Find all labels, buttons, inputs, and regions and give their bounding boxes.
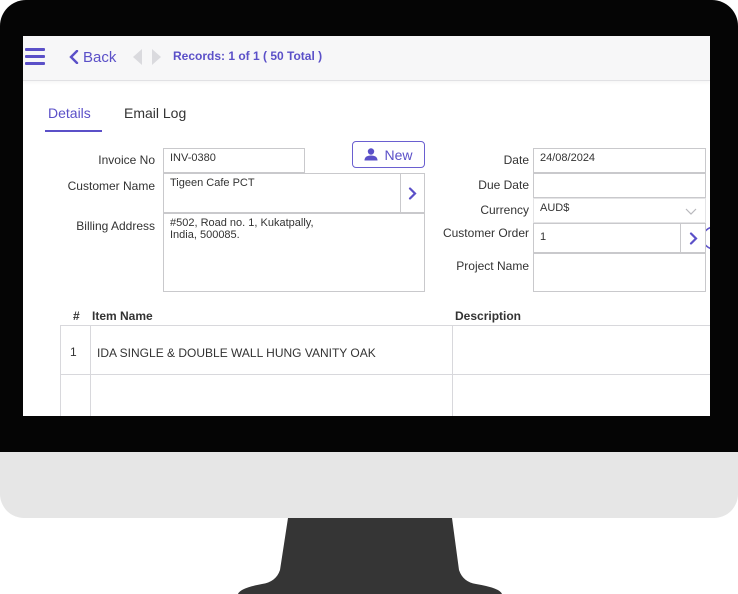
new-button-label: New [384,146,413,163]
customer-name-label: Customer Name [67,179,155,193]
billing-address-line2: India, 500085. [170,229,240,241]
monitor-stand [238,518,502,594]
date-field[interactable]: 24/08/2024 [533,148,706,173]
project-name-field[interactable] [533,253,706,292]
column-header-item-name: Item Name [92,309,153,323]
date-label: Date [503,153,529,167]
currency-select[interactable]: AUD$ [533,198,706,223]
row-item-name: IDA SINGLE & DOUBLE WALL HUNG VANITY OAK [97,346,376,360]
date-value: 24/08/2024 [540,152,596,164]
customer-order-label: Customer Order [442,226,529,240]
row-index: 1 [70,345,77,359]
project-name-label: Project Name [456,259,529,273]
table-row-divider [60,374,710,375]
menu-icon[interactable] [25,48,45,66]
customer-lookup-button[interactable] [400,173,425,213]
app-screen: Back Records: 1 of 1 ( 50 Total ) Detail… [23,36,710,416]
currency-label: Currency [480,203,529,217]
customer-order-field[interactable]: 1 [533,223,681,253]
table-description-divider [452,325,453,416]
customer-name-field[interactable]: Tigeen Cafe PCT [163,173,401,213]
currency-value: AUD$ [540,202,570,214]
invoice-no-label: Invoice No [98,153,155,167]
previous-record-icon[interactable] [131,48,143,66]
user-icon [364,148,378,161]
back-button[interactable]: Back [69,46,116,68]
table-index-divider [90,325,91,416]
chevron-right-icon [689,231,698,245]
next-record-icon[interactable] [151,48,163,66]
partial-circle-icon [706,226,710,250]
back-label: Back [83,48,117,66]
toolbar: Back Records: 1 of 1 ( 50 Total ) [23,36,710,81]
tab-details[interactable]: Details [48,105,91,121]
due-date-field[interactable] [533,173,706,198]
customer-order-lookup-button[interactable] [680,223,706,253]
table-header-divider [60,325,710,326]
customer-order-value: 1 [540,231,547,243]
column-header-description: Description [455,309,522,323]
chevron-right-icon [408,186,417,200]
tab-email-log[interactable]: Email Log [124,105,186,121]
chevron-left-icon [69,50,79,64]
records-counter: Records: 1 of 1 ( 50 Total ) [173,49,323,63]
billing-address-label: Billing Address [76,219,155,233]
active-tab-indicator [45,130,102,132]
invoice-no-value: INV-0380 [170,152,216,164]
due-date-label: Due Date [478,178,529,192]
table-left-border [60,325,61,416]
billing-address-field[interactable]: #502, Road no. 1, Kukatpally, India, 500… [163,213,425,292]
billing-address-line1: #502, Road no. 1, Kukatpally, [170,217,314,229]
customer-name-value: Tigeen Cafe PCT [170,177,255,189]
new-customer-button[interactable]: New [352,141,425,168]
column-header-index: # [73,309,80,323]
chevron-down-icon [685,208,697,215]
invoice-no-field[interactable]: INV-0380 [163,148,305,173]
monitor-chin [0,452,738,518]
